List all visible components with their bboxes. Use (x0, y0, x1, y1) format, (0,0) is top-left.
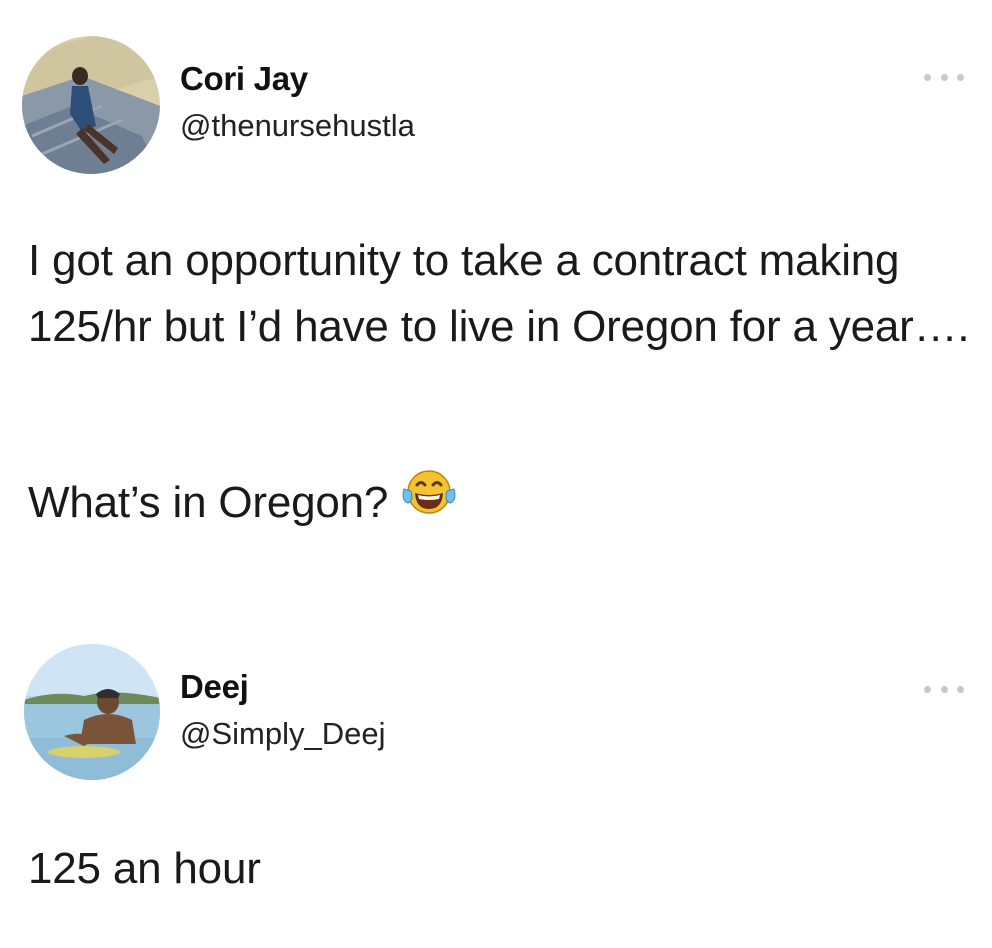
more-dot (924, 685, 931, 693)
more-dot (957, 73, 964, 81)
display-name[interactable]: Deej (180, 668, 249, 706)
user-handle[interactable]: @Simply_Deej (180, 716, 385, 752)
avatar[interactable] (24, 644, 160, 780)
more-options-icon[interactable] (924, 682, 964, 696)
tweet-text: 125 an hour (28, 844, 261, 893)
tweet-text-question: What’s in Oregon? (28, 470, 973, 540)
face-with-tears-of-joy-icon (400, 467, 458, 536)
avatar-photo-icon (22, 36, 160, 174)
more-dot (957, 685, 964, 693)
avatar-photo-icon (24, 644, 160, 780)
avatar[interactable] (22, 36, 160, 174)
more-dot (940, 73, 948, 81)
more-dot (924, 73, 931, 81)
tweet-text-line: What’s in Oregon? (28, 478, 389, 527)
tweet-text: I got an opportunity to take a contract … (28, 236, 970, 351)
tweet: Deej @Simply_Deej 125 an hour (0, 600, 992, 948)
more-dot (940, 685, 948, 693)
display-name[interactable]: Cori Jay (180, 60, 308, 98)
user-handle[interactable]: @thenursehustla (180, 108, 415, 144)
more-options-icon[interactable] (924, 70, 964, 84)
tweet: Cori Jay @thenursehustla I got an opport… (0, 0, 992, 600)
